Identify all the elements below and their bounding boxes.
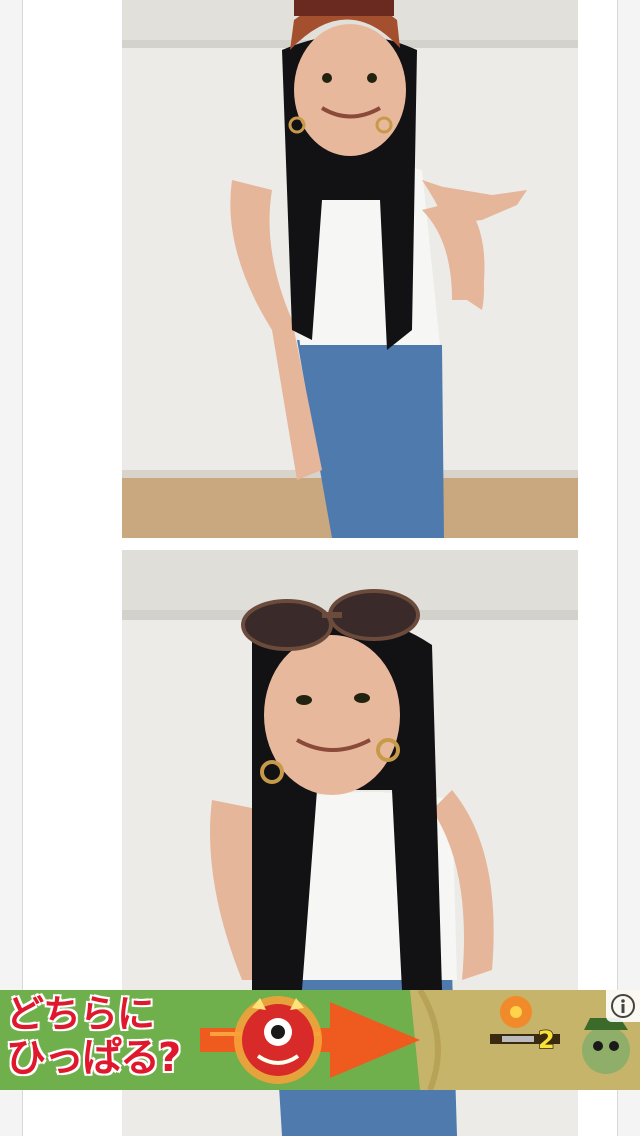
info-icon <box>611 994 635 1018</box>
ad-counter: 2 <box>537 1025 555 1055</box>
ad-headline: どちらに ひっぱる? <box>5 991 216 1081</box>
ad-info-button[interactable] <box>606 990 640 1022</box>
page: どちらに ひっぱる? 2 <box>0 0 640 1136</box>
ad-headline-line1: どちらに <box>5 991 156 1037</box>
ad-headline-line2: ひっぱる? <box>5 1035 182 1081</box>
ad-banner[interactable]: どちらに ひっぱる? 2 <box>0 990 640 1090</box>
photo-1-image <box>122 0 578 538</box>
photo-1[interactable] <box>122 0 578 538</box>
